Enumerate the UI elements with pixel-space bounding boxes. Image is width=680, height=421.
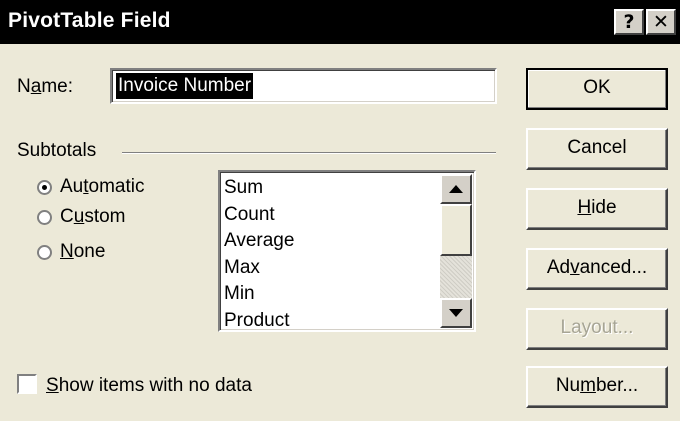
scroll-thumb[interactable]	[440, 204, 472, 256]
down-arrow-icon	[449, 309, 463, 317]
radio-selected-dot	[42, 185, 47, 190]
vertical-scrollbar[interactable]	[440, 174, 472, 328]
scroll-down-button[interactable]	[440, 298, 472, 328]
radio-automatic[interactable]	[37, 180, 52, 195]
subtotals-group-label: Subtotals	[17, 140, 97, 161]
radio-automatic-label: Automatic	[60, 176, 145, 197]
radio-none[interactable]	[37, 245, 52, 260]
list-item-max[interactable]: Max	[224, 255, 294, 282]
layout-button[interactable]: Layout...	[526, 308, 668, 350]
scroll-up-button[interactable]	[440, 174, 472, 204]
title-bar[interactable]: PivotTable Field ? ✕	[0, 0, 680, 44]
radio-custom-label: Custom	[60, 206, 126, 227]
subtotals-divider	[122, 152, 496, 154]
cancel-button[interactable]: Cancel	[526, 128, 668, 170]
window-title: PivotTable Field	[8, 9, 171, 32]
name-input[interactable]: Invoice Number	[110, 68, 497, 104]
function-list: Sum Count Average Max Min Product	[224, 175, 294, 335]
up-arrow-icon	[449, 185, 463, 193]
radio-custom[interactable]	[37, 210, 52, 225]
radio-none-label: None	[60, 241, 106, 262]
number-button[interactable]: Number...	[526, 366, 668, 408]
show-items-label: Show items with no data	[46, 375, 252, 396]
help-button[interactable]: ?	[614, 9, 644, 35]
advanced-button[interactable]: Advanced...	[526, 248, 668, 290]
hide-button[interactable]: Hide	[526, 188, 668, 230]
subtotal-function-listbox[interactable]: Sum Count Average Max Min Product	[218, 170, 476, 332]
list-item-min[interactable]: Min	[224, 281, 294, 308]
name-label: Name:	[17, 76, 73, 97]
show-items-checkbox[interactable]	[17, 374, 37, 394]
close-button[interactable]: ✕	[646, 9, 676, 35]
list-item-count[interactable]: Count	[224, 202, 294, 229]
ok-button[interactable]: OK	[526, 68, 668, 110]
pivottable-field-dialog: PivotTable Field ? ✕ Name: Invoice Numbe…	[0, 0, 680, 421]
name-input-value: Invoice Number	[116, 73, 254, 99]
list-item-sum[interactable]: Sum	[224, 175, 294, 202]
list-item-average[interactable]: Average	[224, 228, 294, 255]
list-item-product[interactable]: Product	[224, 308, 294, 335]
